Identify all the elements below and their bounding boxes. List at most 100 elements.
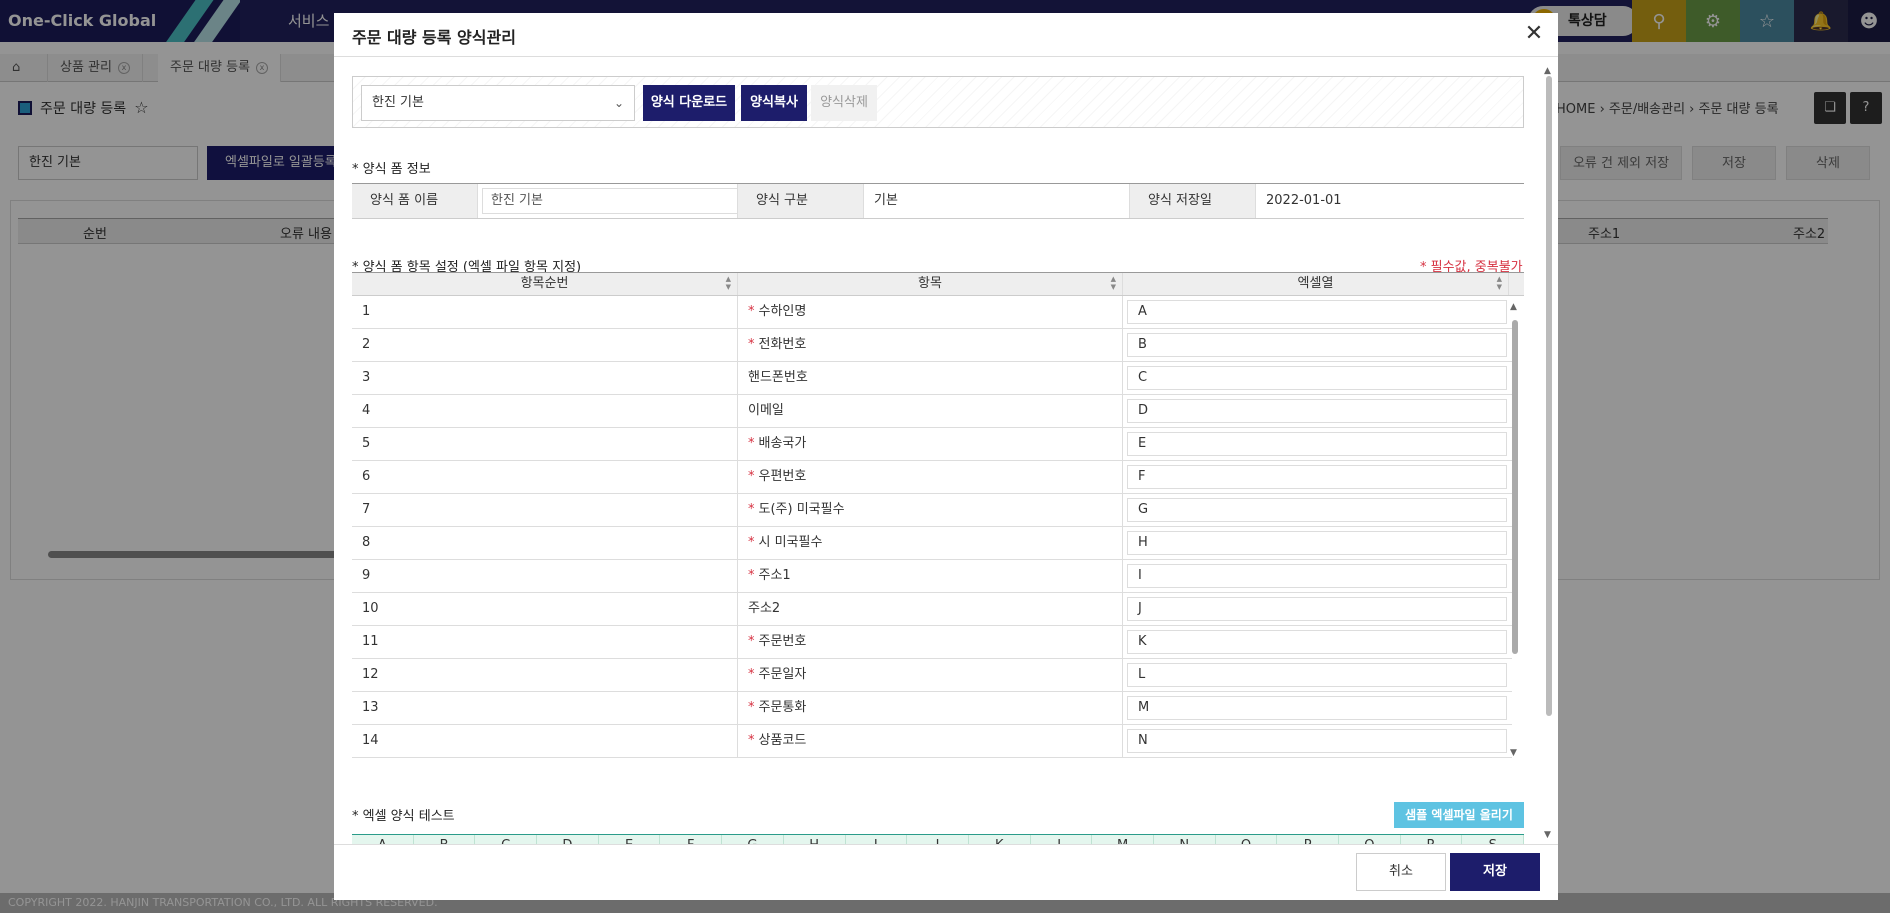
table-row[interactable]: 10 주소2 J <box>352 593 1512 626</box>
excel-column-input[interactable]: C <box>1127 366 1507 390</box>
item-name-cell: * 상품코드 <box>738 725 1123 757</box>
template-copy-button[interactable]: 양식복사 <box>741 85 807 121</box>
excel-test-column: O <box>1215 835 1278 844</box>
excel-column-cell: I <box>1123 560 1512 592</box>
excel-test-column: S <box>1462 835 1525 844</box>
table-row[interactable]: 2 * 전화번호 B <box>352 329 1512 362</box>
table-row[interactable]: 14 * 상품코드 N <box>352 725 1512 758</box>
form-name-label: 양식 폼 이름 <box>352 184 478 218</box>
col-header-item[interactable]: 항목 ▲ ▼ <box>738 273 1123 295</box>
sort-icon[interactable]: ▲ ▼ <box>1111 275 1116 291</box>
excel-column-input[interactable]: M <box>1127 696 1507 720</box>
table-row[interactable]: 1 * 수하인명 A <box>352 296 1512 329</box>
modal-body-scrollbar[interactable]: ▲ ▼ <box>1544 66 1554 840</box>
cancel-button[interactable]: 취소 <box>1356 853 1446 891</box>
items-grid-scrollbar[interactable]: ▲ ▼ <box>1510 302 1520 758</box>
template-delete-button[interactable]: 양식삭제 <box>811 85 877 121</box>
item-name-label: 주문일자 <box>758 667 807 682</box>
item-name-label: 우편번호 <box>758 469 807 484</box>
upload-sample-excel-button[interactable]: 샘플 엑셀파일 올리기 <box>1394 802 1524 828</box>
excel-column-cell: L <box>1123 659 1512 691</box>
save-button[interactable]: 저장 <box>1450 853 1540 891</box>
items-grid-scroll-thumb[interactable] <box>1512 320 1518 654</box>
excel-column-input[interactable]: H <box>1127 531 1507 555</box>
col-header-column[interactable]: 엑셀열 ▲ ▼ <box>1123 273 1509 295</box>
excel-test-column: C <box>475 835 538 844</box>
excel-test-column: F <box>660 835 723 844</box>
table-row[interactable]: 13 * 주문통화 M <box>352 692 1512 725</box>
sort-icon[interactable]: ▲ ▼ <box>1497 275 1502 291</box>
table-row[interactable]: 12 * 주문일자 L <box>352 659 1512 692</box>
table-row[interactable]: 9 * 주소1 I <box>352 560 1512 593</box>
excel-column-cell: M <box>1123 692 1512 724</box>
excel-column-input[interactable]: I <box>1127 564 1507 588</box>
item-name-cell: * 주문통화 <box>738 692 1123 724</box>
excel-column-input[interactable]: B <box>1127 333 1507 357</box>
excel-test-column: P <box>1277 835 1339 844</box>
required-marker: * <box>748 502 755 517</box>
scroll-down-icon[interactable]: ▼ <box>1510 748 1517 758</box>
form-name-input[interactable]: 한진 기본 <box>482 188 738 214</box>
template-download-button[interactable]: 양식 다운로드 <box>643 85 735 121</box>
table-row[interactable]: 5 * 배송국가 E <box>352 428 1512 461</box>
template-toolbar: 한진 기본 ⌄ 양식 다운로드 양식복사 양식삭제 <box>352 76 1524 128</box>
test-section-label: * 엑셀 양식 테스트 <box>352 809 455 824</box>
table-row[interactable]: 7 * 도(주) 미국필수 G <box>352 494 1512 527</box>
required-marker: * <box>748 436 755 451</box>
table-row[interactable]: 11 * 주문번호 K <box>352 626 1512 659</box>
excel-column-input[interactable]: E <box>1127 432 1507 456</box>
excel-column-cell: G <box>1123 494 1512 526</box>
template-select-value: 한진 기본 <box>372 95 424 110</box>
excel-column-input[interactable]: D <box>1127 399 1507 423</box>
item-name-label: 수하인명 <box>758 304 807 319</box>
table-row[interactable]: 6 * 우편번호 F <box>352 461 1512 494</box>
template-select[interactable]: 한진 기본 ⌄ <box>361 85 635 121</box>
required-marker: * <box>748 535 755 550</box>
table-row[interactable]: 4 이메일 D <box>352 395 1512 428</box>
scroll-up-icon[interactable]: ▲ <box>1544 66 1551 76</box>
table-row[interactable]: 3 핸드폰번호 C <box>352 362 1512 395</box>
excel-column-input[interactable]: G <box>1127 498 1507 522</box>
items-grid: 항목순번 ▲ ▼ 항목 ▲ ▼ 엑셀열 ▲ ▼ 1 * 수하인명 A 2 * 전화번호 B 3 핸드폰번… <box>352 272 1524 766</box>
excel-column-input[interactable]: F <box>1127 465 1507 489</box>
excel-column-input[interactable]: K <box>1127 630 1507 654</box>
excel-column-input[interactable]: J <box>1127 597 1507 621</box>
scroll-down-icon[interactable]: ▼ <box>1544 830 1551 840</box>
item-name-label: 주문번호 <box>758 634 807 649</box>
excel-column-cell: J <box>1123 593 1512 625</box>
item-name-label: 상품코드 <box>758 733 807 748</box>
item-seq-cell: 10 <box>352 593 738 625</box>
scroll-up-icon[interactable]: ▲ <box>1510 302 1517 312</box>
item-name-cell: 주소2 <box>738 593 1123 625</box>
form-date-label: 양식 저장일 <box>1130 184 1256 218</box>
close-icon[interactable]: ✕ <box>1520 21 1548 49</box>
col-header-seq[interactable]: 항목순번 ▲ ▼ <box>352 273 738 295</box>
required-marker: * <box>748 568 755 583</box>
excel-test-column-header: ABCDEFGHIJKLMNOPQRS <box>352 834 1525 844</box>
excel-column-cell: H <box>1123 527 1512 559</box>
excel-column-input[interactable]: L <box>1127 663 1507 687</box>
excel-test-column: M <box>1092 835 1154 844</box>
required-marker: * <box>748 733 755 748</box>
form-date-value: 2022-01-01 <box>1266 193 1342 208</box>
modal-scroll-thumb[interactable] <box>1546 76 1552 716</box>
excel-column-input[interactable]: A <box>1127 300 1507 324</box>
modal-footer: 취소 저장 <box>334 844 1558 900</box>
excel-column-input[interactable]: N <box>1127 729 1507 753</box>
required-marker: * <box>748 337 755 352</box>
required-marker: * <box>748 700 755 715</box>
item-name-cell: * 주문번호 <box>738 626 1123 658</box>
item-name-cell: * 도(주) 미국필수 <box>738 494 1123 526</box>
form-type-value: 기본 <box>864 184 1130 218</box>
item-name-label: 이메일 <box>748 403 784 418</box>
table-row[interactable]: 8 * 시 미국필수 H <box>352 527 1512 560</box>
excel-column-cell: E <box>1123 428 1512 460</box>
form-info-section-label: * 양식 폼 정보 <box>352 162 431 177</box>
item-name-cell: * 주소1 <box>738 560 1123 592</box>
item-seq-cell: 4 <box>352 395 738 427</box>
excel-column-cell: B <box>1123 329 1512 361</box>
item-seq-cell: 2 <box>352 329 738 361</box>
form-name-cell: 한진 기본 <box>478 184 738 218</box>
item-name-cell: 핸드폰번호 <box>738 362 1123 394</box>
sort-icon[interactable]: ▲ ▼ <box>726 275 731 291</box>
